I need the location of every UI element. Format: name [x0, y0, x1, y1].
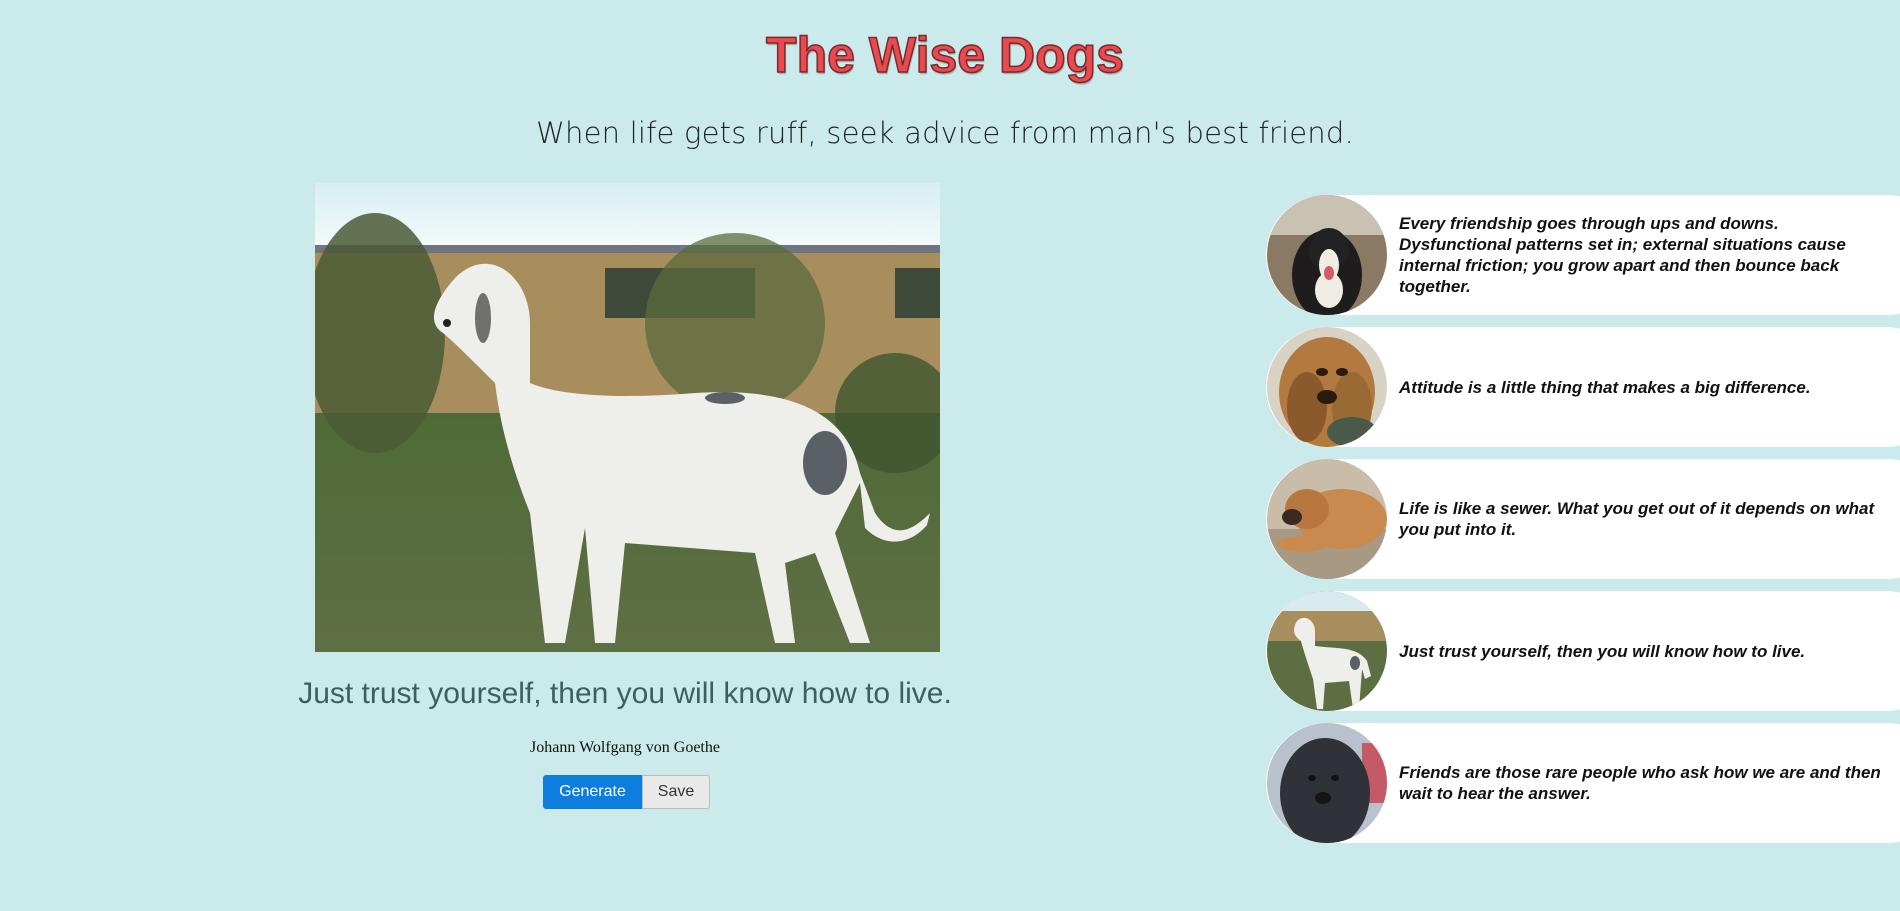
quote-text: Attitude is a little thing that makes a … — [1399, 377, 1811, 397]
dog-thumbnail — [1267, 327, 1387, 447]
generate-button[interactable]: Generate — [543, 775, 642, 809]
quote-card[interactable]: Just trust yourself, then you will know … — [1266, 591, 1900, 711]
action-buttons: Generate Save — [543, 775, 710, 809]
quote-text: Every friendship goes through ups and do… — [1399, 214, 1846, 296]
page-subtitle: When life gets ruff, seek advice from ma… — [536, 116, 1354, 150]
quote-author: Johann Wolfgang von Goethe — [530, 739, 720, 756]
quote-text: Friends are those rare people who ask ho… — [1399, 763, 1881, 803]
quote-card[interactable]: Every friendship goes through ups and do… — [1266, 195, 1900, 315]
quote-text: Just trust yourself, then you will know … — [1399, 641, 1806, 661]
dog-thumbnail — [1267, 459, 1387, 579]
quote-text: Life is like a sewer. What you get out o… — [1399, 499, 1875, 539]
main-dog-photo — [315, 183, 940, 652]
quote-card[interactable]: Friends are those rare people who ask ho… — [1266, 723, 1900, 843]
main-quote: Just trust yourself, then you will know … — [298, 677, 952, 710]
quote-card[interactable]: Attitude is a little thing that makes a … — [1266, 327, 1900, 447]
page-title: The Wise Dogs — [765, 26, 1124, 84]
dog-thumbnail — [1267, 195, 1387, 315]
save-button[interactable]: Save — [642, 775, 710, 809]
saved-quotes-list: Every friendship goes through ups and do… — [1266, 195, 1900, 855]
dog-thumbnail — [1267, 723, 1387, 843]
dog-thumbnail — [1267, 591, 1387, 711]
quote-card[interactable]: Life is like a sewer. What you get out o… — [1266, 459, 1900, 579]
